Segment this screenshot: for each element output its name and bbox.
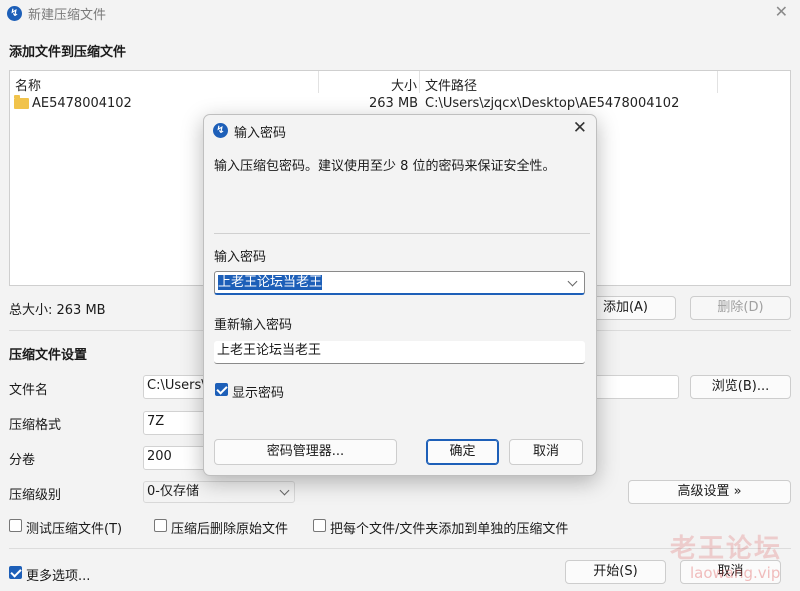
reenter-password-input[interactable]: 上老王论坛当老王 [214,341,585,364]
column-separator[interactable] [717,71,718,93]
title-bar: ↯ 新建压缩文件 ✕ [0,0,800,26]
password-manager-button[interactable]: 密码管理器... [214,439,397,465]
divider [214,233,590,234]
password-label: 输入密码 [214,250,267,265]
start-button[interactable]: 开始(S) [565,560,666,584]
password-input[interactable]: 上老王论坛当老王 [214,271,585,295]
test-archive-label: 测试压缩文件(T) [26,522,123,537]
total-size: 总大小: 263 MB [9,303,106,318]
column-separator[interactable] [419,71,420,93]
watermark-logo: 老王论坛 [670,534,783,564]
level-label: 压缩级别 [9,488,62,503]
file-size: 263 MB [369,96,419,111]
volume-value: 200 [147,449,172,464]
dialog-title: 输入密码 [234,126,287,141]
reenter-password-value: 上老王论坛当老王 [217,343,322,358]
more-options-label: 更多选项... [26,569,91,584]
delete-after-label: 压缩后删除原始文件 [171,522,289,537]
chevron-down-icon[interactable] [567,276,578,287]
dialog-description: 输入压缩包密码。建议使用至少 8 位的密码来保证安全性。 [214,159,556,174]
separate-archives-checkbox[interactable] [313,519,326,532]
format-label: 压缩格式 [9,418,62,433]
app-logo-icon: ↯ [213,123,228,138]
volume-label: 分卷 [9,453,36,468]
dialog-cancel-button[interactable]: 取消 [509,439,583,465]
delete-after-checkbox[interactable] [154,519,167,532]
password-value: 上老王论坛当老王 [218,275,323,290]
app-logo-icon: ↯ [7,6,22,21]
browse-button[interactable]: 浏览(B)... [690,375,791,399]
show-password-label: 显示密码 [232,386,285,401]
file-name: AE5478004102 [32,96,132,111]
window-title: 新建压缩文件 [28,8,107,23]
column-header-path[interactable]: 文件路径 [425,75,477,94]
chevron-down-icon [279,485,290,496]
password-dialog: ↯ 输入密码 ✕ 输入压缩包密码。建议使用至少 8 位的密码来保证安全性。 输入… [203,114,597,476]
folder-icon [14,95,29,109]
show-password-checkbox[interactable] [215,383,228,396]
level-value: 0-仅存储 [147,484,199,499]
reenter-password-label: 重新输入密码 [214,318,293,333]
settings-heading: 压缩文件设置 [9,348,88,363]
level-select[interactable]: 0-仅存储 [143,481,295,503]
file-path: C:\Users\zjqcx\Desktop\AE5478004102 [425,96,680,111]
add-files-heading: 添加文件到压缩文件 [9,45,127,60]
delete-button[interactable]: 删除(D) [690,296,791,320]
column-header-name[interactable]: 名称 [15,75,41,94]
advanced-settings-button[interactable]: 高级设置 » [628,480,791,504]
watermark-url: laowang.vip [690,564,781,582]
test-archive-checkbox[interactable] [9,519,22,532]
filename-label: 文件名 [9,383,49,398]
window-close-button[interactable]: ✕ [775,2,788,21]
ok-button[interactable]: 确定 [426,439,499,465]
column-separator[interactable] [318,71,319,93]
separate-archives-label: 把每个文件/文件夹添加到单独的压缩文件 [330,522,569,537]
more-options-checkbox[interactable] [9,566,22,579]
dialog-close-button[interactable]: ✕ [573,118,587,138]
column-header-size[interactable]: 大小 [391,75,417,94]
format-value: 7Z [147,414,165,429]
